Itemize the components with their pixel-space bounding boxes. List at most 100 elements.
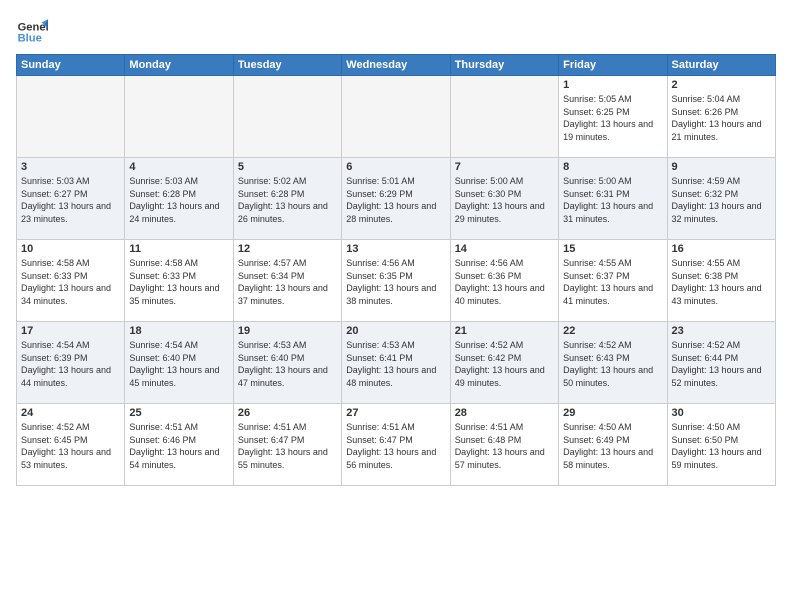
calendar-header-saturday: Saturday	[667, 55, 775, 76]
day-number: 29	[563, 407, 662, 419]
calendar-header-sunday: Sunday	[17, 55, 125, 76]
calendar-cell: 22Sunrise: 4:52 AM Sunset: 6:43 PM Dayli…	[559, 322, 667, 404]
day-info: Sunrise: 4:56 AM Sunset: 6:36 PM Dayligh…	[455, 257, 554, 307]
day-number: 5	[238, 161, 337, 173]
calendar-header-monday: Monday	[125, 55, 233, 76]
calendar-cell: 28 Sunrise: 4:51 AM Sunset: 6:48 PM Dayli…	[450, 404, 558, 486]
day-info: Sunrise: 4:53 AM Sunset: 6:40 PM Dayligh…	[238, 339, 337, 389]
day-info: Sunrise: 4:58 AM Sunset: 6:33 PM Dayligh…	[21, 257, 120, 307]
calendar-header-wednesday: Wednesday	[342, 55, 450, 76]
calendar-cell: 2 Sunrise: 5:04 AM Sunset: 6:26 PM Daylig…	[667, 76, 775, 158]
day-number: 19	[238, 325, 337, 337]
day-info: Sunrise: 5:03 AM Sunset: 6:27 PM Dayligh…	[21, 175, 120, 225]
calendar-cell: 29Sunrise: 4:50 AM Sunset: 6:49 PM Dayli…	[559, 404, 667, 486]
calendar-header-row: SundayMondayTuesdayWednesdayThursdayFrid…	[17, 55, 776, 76]
day-info: Sunrise: 4:56 AM Sunset: 6:35 PM Dayligh…	[346, 257, 445, 307]
logo: General Blue	[16, 16, 52, 48]
calendar-week-3: 10 Sunrise: 4:58 AM Sunset: 6:33 PM Dayli…	[17, 240, 776, 322]
day-number: 2	[672, 79, 771, 91]
calendar-header-tuesday: Tuesday	[233, 55, 341, 76]
day-number: 10	[21, 243, 120, 255]
calendar-cell: 1Sunrise: 5:05 AM Sunset: 6:25 PM Daylig…	[559, 76, 667, 158]
calendar-header-thursday: Thursday	[450, 55, 558, 76]
day-info: Sunrise: 5:04 AM Sunset: 6:26 PM Dayligh…	[672, 93, 771, 143]
calendar-cell	[450, 76, 558, 158]
day-info: Sunrise: 5:00 AM Sunset: 6:30 PM Dayligh…	[455, 175, 554, 225]
page: General Blue SundayMondayTuesdayWednesda…	[0, 0, 792, 612]
calendar-cell: 8 Sunrise: 5:00 AM Sunset: 6:31 PM Daylig…	[559, 158, 667, 240]
calendar-cell: 9Sunrise: 4:59 AM Sunset: 6:32 PM Daylig…	[667, 158, 775, 240]
day-info: Sunrise: 4:52 AM Sunset: 6:45 PM Dayligh…	[21, 421, 120, 471]
day-number: 7	[455, 161, 554, 173]
day-info: Sunrise: 4:55 AM Sunset: 6:37 PM Dayligh…	[563, 257, 662, 307]
day-number: 1	[563, 79, 662, 91]
calendar-cell: 11 Sunrise: 4:58 AM Sunset: 6:33 PM Dayli…	[125, 240, 233, 322]
day-info: Sunrise: 5:00 AM Sunset: 6:31 PM Dayligh…	[563, 175, 662, 225]
day-number: 6	[346, 161, 445, 173]
day-number: 28	[455, 407, 554, 419]
day-number: 18	[129, 325, 228, 337]
calendar-cell: 6Sunrise: 5:01 AM Sunset: 6:29 PM Daylig…	[342, 158, 450, 240]
day-number: 17	[21, 325, 120, 337]
day-number: 30	[672, 407, 771, 419]
day-info: Sunrise: 4:53 AM Sunset: 6:41 PM Dayligh…	[346, 339, 445, 389]
calendar-cell: 24 Sunrise: 4:52 AM Sunset: 6:45 PM Dayli…	[17, 404, 125, 486]
day-number: 3	[21, 161, 120, 173]
calendar-cell: 3 Sunrise: 5:03 AM Sunset: 6:27 PM Daylig…	[17, 158, 125, 240]
day-number: 12	[238, 243, 337, 255]
day-info: Sunrise: 4:57 AM Sunset: 6:34 PM Dayligh…	[238, 257, 337, 307]
day-number: 4	[129, 161, 228, 173]
day-number: 27	[346, 407, 445, 419]
day-info: Sunrise: 4:51 AM Sunset: 6:48 PM Dayligh…	[455, 421, 554, 471]
logo-icon: General Blue	[16, 16, 48, 48]
calendar-cell: 14 Sunrise: 4:56 AM Sunset: 6:36 PM Dayli…	[450, 240, 558, 322]
calendar-cell: 15Sunrise: 4:55 AM Sunset: 6:37 PM Dayli…	[559, 240, 667, 322]
day-number: 11	[129, 243, 228, 255]
day-number: 13	[346, 243, 445, 255]
calendar-cell: 4Sunrise: 5:03 AM Sunset: 6:28 PM Daylig…	[125, 158, 233, 240]
calendar-week-4: 17Sunrise: 4:54 AM Sunset: 6:39 PM Dayli…	[17, 322, 776, 404]
calendar-cell	[342, 76, 450, 158]
day-number: 25	[129, 407, 228, 419]
day-info: Sunrise: 4:58 AM Sunset: 6:33 PM Dayligh…	[129, 257, 228, 307]
calendar-cell: 20Sunrise: 4:53 AM Sunset: 6:41 PM Dayli…	[342, 322, 450, 404]
calendar-cell: 18 Sunrise: 4:54 AM Sunset: 6:40 PM Dayli…	[125, 322, 233, 404]
day-info: Sunrise: 4:54 AM Sunset: 6:40 PM Dayligh…	[129, 339, 228, 389]
day-info: Sunrise: 4:55 AM Sunset: 6:38 PM Dayligh…	[672, 257, 771, 307]
day-info: Sunrise: 4:51 AM Sunset: 6:46 PM Dayligh…	[129, 421, 228, 471]
day-info: Sunrise: 4:52 AM Sunset: 6:42 PM Dayligh…	[455, 339, 554, 389]
calendar-cell: 17Sunrise: 4:54 AM Sunset: 6:39 PM Dayli…	[17, 322, 125, 404]
day-number: 26	[238, 407, 337, 419]
day-info: Sunrise: 4:51 AM Sunset: 6:47 PM Dayligh…	[238, 421, 337, 471]
calendar-cell: 30Sunrise: 4:50 AM Sunset: 6:50 PM Dayli…	[667, 404, 775, 486]
calendar-cell: 13 Sunrise: 4:56 AM Sunset: 6:35 PM Dayli…	[342, 240, 450, 322]
calendar-cell	[125, 76, 233, 158]
calendar-table: SundayMondayTuesdayWednesdayThursdayFrid…	[16, 54, 776, 486]
calendar-week-1: 1Sunrise: 5:05 AM Sunset: 6:25 PM Daylig…	[17, 76, 776, 158]
day-number: 8	[563, 161, 662, 173]
calendar-cell: 5 Sunrise: 5:02 AM Sunset: 6:28 PM Daylig…	[233, 158, 341, 240]
calendar-cell	[233, 76, 341, 158]
calendar-cell: 27 Sunrise: 4:51 AM Sunset: 6:47 PM Dayli…	[342, 404, 450, 486]
calendar-cell: 16 Sunrise: 4:55 AM Sunset: 6:38 PM Dayli…	[667, 240, 775, 322]
calendar-week-5: 24 Sunrise: 4:52 AM Sunset: 6:45 PM Dayli…	[17, 404, 776, 486]
day-number: 16	[672, 243, 771, 255]
calendar-cell: 26 Sunrise: 4:51 AM Sunset: 6:47 PM Dayli…	[233, 404, 341, 486]
day-number: 14	[455, 243, 554, 255]
calendar-cell: 25 Sunrise: 4:51 AM Sunset: 6:46 PM Dayli…	[125, 404, 233, 486]
calendar-cell: 19 Sunrise: 4:53 AM Sunset: 6:40 PM Dayli…	[233, 322, 341, 404]
header: General Blue	[16, 12, 776, 48]
calendar-week-2: 3 Sunrise: 5:03 AM Sunset: 6:27 PM Daylig…	[17, 158, 776, 240]
day-number: 21	[455, 325, 554, 337]
calendar-cell: 10 Sunrise: 4:58 AM Sunset: 6:33 PM Dayli…	[17, 240, 125, 322]
calendar-cell: 23Sunrise: 4:52 AM Sunset: 6:44 PM Dayli…	[667, 322, 775, 404]
day-number: 22	[563, 325, 662, 337]
day-number: 9	[672, 161, 771, 173]
day-info: Sunrise: 4:51 AM Sunset: 6:47 PM Dayligh…	[346, 421, 445, 471]
calendar-cell: 21 Sunrise: 4:52 AM Sunset: 6:42 PM Dayli…	[450, 322, 558, 404]
calendar-cell	[17, 76, 125, 158]
day-number: 24	[21, 407, 120, 419]
day-info: Sunrise: 5:02 AM Sunset: 6:28 PM Dayligh…	[238, 175, 337, 225]
calendar-cell: 7 Sunrise: 5:00 AM Sunset: 6:30 PM Daylig…	[450, 158, 558, 240]
svg-text:Blue: Blue	[18, 33, 42, 45]
